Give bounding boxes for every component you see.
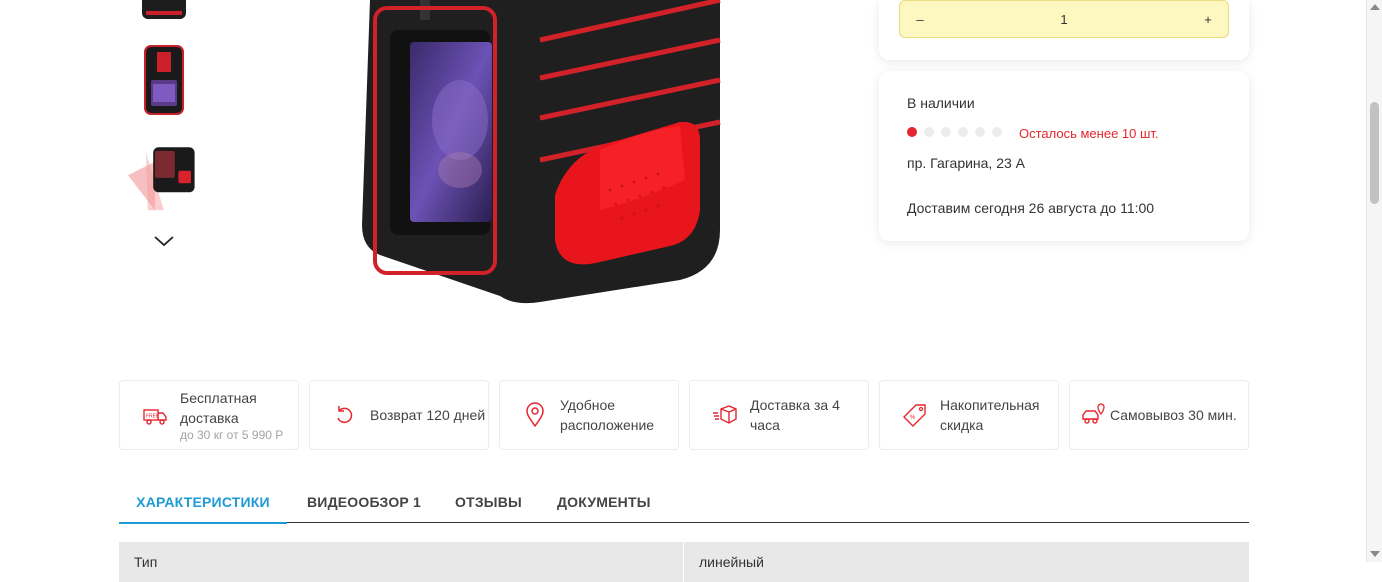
store-address[interactable]: пр. Гагарина, 23 А xyxy=(907,155,1025,171)
feature-returns: Возврат 120 дней xyxy=(309,380,489,450)
availability-card: В наличии Осталось менее 10 шт. пр. Гага… xyxy=(879,71,1249,241)
discount-tag-icon: % xyxy=(903,404,926,427)
stock-dot xyxy=(992,127,1002,137)
feature-label: Самовывоз 30 мин. xyxy=(1110,407,1237,423)
spec-name: Тип xyxy=(134,554,158,570)
quantity-input[interactable]: 1 xyxy=(940,1,1188,39)
quantity-stepper: – 1 + xyxy=(899,0,1229,38)
thumbnail-3[interactable] xyxy=(128,140,200,214)
stock-dot xyxy=(975,127,985,137)
spec-divider xyxy=(683,542,684,582)
quantity-card: – 1 + xyxy=(879,0,1249,60)
scroll-thumb[interactable] xyxy=(1370,102,1379,204)
feature-label: Накопительная скидка xyxy=(940,397,1040,433)
tab-specifications[interactable]: ХАРАКТЕРИСТИКИ xyxy=(119,482,287,524)
chevron-down-icon xyxy=(154,236,174,247)
product-tabs: ХАРАКТЕРИСТИКИ ВИДЕООБЗОР 1 ОТЗЫВЫ ДОКУМ… xyxy=(119,482,1249,524)
thumbnail-1[interactable] xyxy=(128,0,200,20)
feature-pickup: Самовывоз 30 мин. xyxy=(1069,380,1249,450)
scroll-down-icon[interactable] xyxy=(1370,551,1380,557)
availability-title: В наличии xyxy=(907,95,975,111)
svg-text:FREE: FREE xyxy=(146,414,160,420)
feature-label: Доставка за 4 часа xyxy=(750,397,840,433)
thumbnail-2[interactable] xyxy=(128,44,200,116)
spec-row: Тип линейный xyxy=(119,542,1249,582)
fast-box-icon xyxy=(713,405,737,424)
feature-free-delivery: FREE Бесплатная доставка до 30 кг от 5 9… xyxy=(119,380,299,450)
page-scrollbar[interactable] xyxy=(1366,0,1382,562)
product-main-image xyxy=(300,0,860,345)
feature-label: Удобное расположение xyxy=(560,397,655,433)
tab-reviews[interactable]: ОТЗЫВЫ xyxy=(455,482,522,522)
feature-location: Удобное расположение xyxy=(499,380,679,450)
car-pickup-icon xyxy=(1082,403,1105,424)
quantity-decrease-button[interactable]: – xyxy=(900,1,940,39)
quantity-increase-button[interactable]: + xyxy=(1188,1,1228,39)
feature-label: Бесплатная доставка xyxy=(180,390,257,426)
tab-video-review[interactable]: ВИДЕООБЗОР 1 xyxy=(307,482,421,522)
stock-warning: Осталось менее 10 шт. xyxy=(1019,126,1159,141)
stock-dot xyxy=(958,127,968,137)
stock-dot xyxy=(907,127,917,137)
tab-documents[interactable]: ДОКУМЕНТЫ xyxy=(557,482,651,522)
scroll-up-icon[interactable] xyxy=(1370,4,1380,10)
svg-text:%: % xyxy=(910,415,916,421)
stock-dot xyxy=(941,127,951,137)
feature-label: Возврат 120 дней xyxy=(370,407,486,423)
return-arrow-icon xyxy=(337,406,353,424)
gallery-next-button[interactable] xyxy=(153,234,175,248)
spec-value: линейный xyxy=(699,554,764,570)
stock-dot xyxy=(924,127,934,137)
delivery-truck-icon: FREE xyxy=(143,409,167,425)
feature-discount: % Накопительная скидка xyxy=(879,380,1059,450)
location-pin-icon xyxy=(526,402,544,428)
delivery-estimate: Доставим сегодня 26 августа до 11:00 xyxy=(907,200,1155,216)
stock-level-indicator xyxy=(907,127,1002,137)
feature-fast-delivery: Доставка за 4 часа xyxy=(689,380,869,450)
feature-sublabel: до 30 кг от 5 990 Р xyxy=(180,428,284,442)
